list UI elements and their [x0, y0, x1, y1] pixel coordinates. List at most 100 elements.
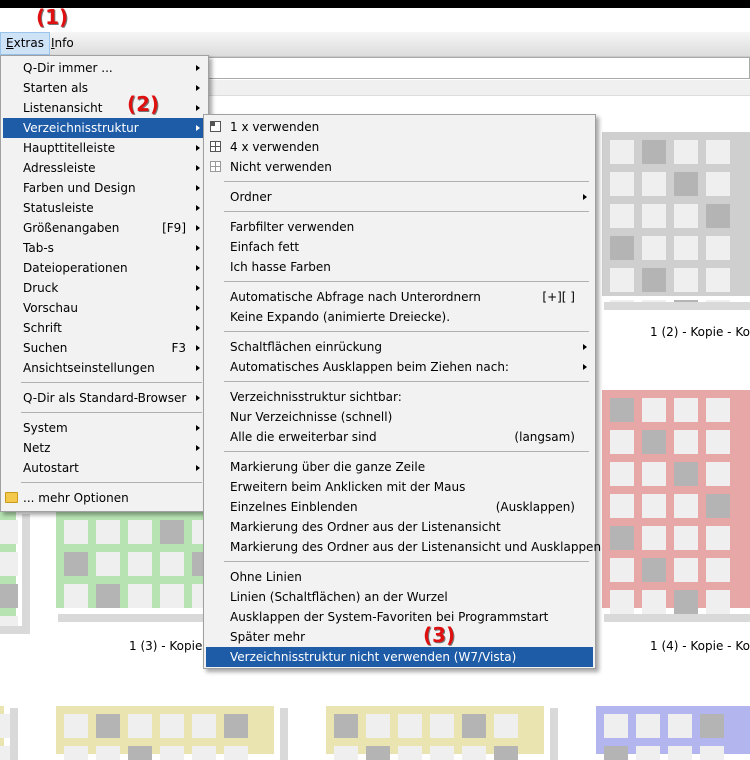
submenu-item-label: Ohne Linien — [230, 570, 302, 584]
thumbnail-label-3[interactable]: 1 (3) - Kopie.p — [129, 639, 214, 653]
submenu-item-automatische-abfrage-nach-unterordnern[interactable]: Automatische Abfrage nach Unterordnern [+… — [206, 287, 593, 307]
submenu-item-verzeichnisstruktur-nicht-verwenden-w7-vista[interactable]: Verzeichnisstruktur nicht verwenden (W7/… — [206, 647, 593, 667]
extras-item-system[interactable]: System — [3, 418, 206, 438]
menu-info[interactable]: Info — [46, 32, 79, 55]
menu-separator — [21, 412, 202, 413]
thumbnail-cell — [706, 140, 730, 164]
submenu-item-markierung-des-ordner-aus-der-listenansicht[interactable]: Markierung des Ordner aus der Listenansi… — [206, 517, 593, 537]
chevron-right-icon — [196, 205, 200, 211]
thumbnail-cell — [706, 204, 730, 228]
extras-item-label: Suchen — [23, 341, 68, 355]
thumbnail-cell — [674, 204, 698, 228]
extras-item-label: Farben und Design — [23, 181, 136, 195]
submenu-item-schaltflächen-einrückung[interactable]: Schaltflächen einrückung — [206, 337, 593, 357]
thumbnail-cell — [706, 430, 730, 454]
window-top-edge — [0, 0, 750, 8]
extras-item-label: Verzeichnisstruktur — [23, 121, 139, 135]
extras-item-suchen[interactable]: Suchen F3 — [3, 338, 206, 358]
submenu-item-linien-schaltflächen-an-der-wurzel[interactable]: Linien (Schaltflächen) an der Wurzel — [206, 587, 593, 607]
thumbnail-cell — [642, 204, 666, 228]
extras-item-statusleiste[interactable]: Statusleiste — [3, 198, 206, 218]
menu-extras-mnemonic: E — [6, 36, 14, 50]
thumbnail-yellow-left[interactable] — [0, 700, 10, 760]
extras-item-tab-s[interactable]: Tab-s — [3, 238, 206, 258]
submenu-item-erweitern-beim-anklicken-mit-der-maus[interactable]: Erweitern beim Anklicken mit der Maus — [206, 477, 593, 497]
thumbnail-cell — [700, 746, 724, 760]
thumbnail-yellow-1[interactable] — [50, 700, 280, 760]
thumbnail-green-left[interactable] — [0, 506, 22, 626]
submenu-item-nur-verzeichnisse-schnell[interactable]: Nur Verzeichnisse (schnell) — [206, 407, 593, 427]
thumbnail-cell — [610, 140, 634, 164]
thumbnail-cell — [674, 398, 698, 422]
thumbnail-cell — [96, 584, 120, 608]
submenu-item-ordner[interactable]: Ordner — [206, 187, 593, 207]
extras-item-label: Statusleiste — [23, 201, 94, 215]
submenu-item-einzelnes-einblenden[interactable]: Einzelnes Einblenden (Ausklappen) — [206, 497, 593, 517]
thumbnail-cell — [642, 300, 666, 302]
extras-item-adressleiste[interactable]: Adressleiste — [3, 158, 206, 178]
submenu-item-label: Alle die erweiterbar sind — [230, 430, 377, 444]
submenu-item-label: Erweitern beim Anklicken mit der Maus — [230, 480, 466, 494]
thumbnail-cell — [160, 520, 184, 544]
submenu-item-markierung-des-ordner-aus-der-listenansicht-und-ausklappen[interactable]: Markierung des Ordner aus der Listenansi… — [206, 537, 601, 557]
extras-item-mehr-optionen[interactable]: ... mehr Optionen — [3, 488, 206, 508]
extras-item-druck[interactable]: Druck — [3, 278, 206, 298]
extras-item-shortcut: F3 — [171, 341, 186, 355]
submenu-item-verzeichnisstruktur-sichtbar[interactable]: Verzeichnisstruktur sichtbar: — [206, 387, 593, 407]
chevron-right-icon — [196, 105, 200, 111]
thumbnail-cell — [0, 746, 10, 760]
address-bar[interactable] — [205, 57, 750, 79]
extras-item-autostart[interactable]: Autostart — [3, 458, 206, 478]
extras-item-label: Größenangaben — [23, 221, 120, 235]
thumbnail-label-2[interactable]: 1 (2) - Kopie - Kopi — [650, 325, 750, 339]
thumbnail-cell — [636, 714, 660, 738]
submenu-item-ohne-linien[interactable]: Ohne Linien — [206, 567, 593, 587]
submenu-item-label: Nicht verwenden — [230, 160, 332, 174]
extras-item-größenangaben[interactable]: Größenangaben [F9] — [3, 218, 206, 238]
extras-item-schrift[interactable]: Schrift — [3, 318, 206, 338]
extras-item-haupttitelleiste[interactable]: Haupttitelleiste — [3, 138, 206, 158]
thumbnail-cell — [128, 714, 152, 738]
thumbnail-label-4[interactable]: 1 (4) - Kopie - Kopi — [650, 639, 750, 653]
thumbnail-cell — [636, 746, 660, 760]
chevron-right-icon — [196, 305, 200, 311]
thumbnail-cell — [610, 462, 634, 486]
thumbnail-cell — [706, 172, 730, 196]
thumbnail-cell — [366, 746, 390, 760]
thumbnail-cell — [642, 398, 666, 422]
thumbnail-yellow-2[interactable] — [320, 700, 550, 760]
submenu-item-ich-hasse-farben[interactable]: Ich hasse Farben — [206, 257, 593, 277]
extras-item-farben-und-design[interactable]: Farben und Design — [3, 178, 206, 198]
extras-item-q-dir-als-standard-browser[interactable]: Q-Dir als Standard-Browser — [3, 388, 206, 408]
submenu-item-farbfilter-verwenden[interactable]: Farbfilter verwenden — [206, 217, 593, 237]
thumbnail-cell — [462, 714, 486, 738]
submenu-item-alle-die-erweiterbar-sind[interactable]: Alle die erweiterbar sind (langsam) — [206, 427, 593, 447]
menu-extras[interactable]: Extras — [0, 32, 50, 55]
extras-item-label: Q-Dir als Standard-Browser — [23, 391, 187, 405]
submenu-item-1-x-verwenden[interactable]: 1 x verwenden — [206, 117, 593, 137]
extras-item-verzeichnisstruktur[interactable]: Verzeichnisstruktur — [3, 118, 206, 138]
extras-item-shortcut: [F9] — [162, 221, 186, 235]
submenu-item-nicht-verwenden[interactable]: Nicht verwenden — [206, 157, 593, 177]
thumbnail-red[interactable] — [596, 384, 750, 614]
extras-item-vorschau[interactable]: Vorschau — [3, 298, 206, 318]
thumbnail-gray[interactable] — [596, 126, 750, 302]
submenu-item-ausklappen-der-system-favoriten-bei-programmstart[interactable]: Ausklappen der System-Favoriten bei Prog… — [206, 607, 593, 627]
extras-item-dateioperationen[interactable]: Dateioperationen — [3, 258, 206, 278]
submenu-item-markierung-über-die-ganze-zeile[interactable]: Markierung über die ganze Zeile — [206, 457, 593, 477]
extras-item-listenansicht[interactable]: Listenansicht — [3, 98, 206, 118]
submenu-item-einfach-fett[interactable]: Einfach fett — [206, 237, 593, 257]
extras-item-q-dir-immer[interactable]: Q-Dir immer ... — [3, 58, 206, 78]
submenu-item-später-mehr[interactable]: Später mehr — [206, 627, 593, 647]
extras-item-label: System — [23, 421, 68, 435]
submenu-item-4-x-verwenden[interactable]: 4 x verwenden — [206, 137, 593, 157]
thumbnail-cell — [642, 558, 666, 582]
step-marker-2: (2) — [127, 92, 160, 116]
extras-item-starten-als[interactable]: Starten als — [3, 78, 206, 98]
extras-item-ansichtseinstellungen[interactable]: Ansichtseinstellungen — [3, 358, 206, 378]
thumbnail-cell — [610, 590, 634, 614]
submenu-item-automatisches-ausklappen-beim-ziehen-nach[interactable]: Automatisches Ausklappen beim Ziehen nac… — [206, 357, 593, 377]
submenu-item-keine-expando-animierte-dreiecke[interactable]: Keine Expando (animierte Dreiecke). — [206, 307, 593, 327]
extras-item-netz[interactable]: Netz — [3, 438, 206, 458]
thumbnail-blue[interactable] — [590, 700, 750, 760]
